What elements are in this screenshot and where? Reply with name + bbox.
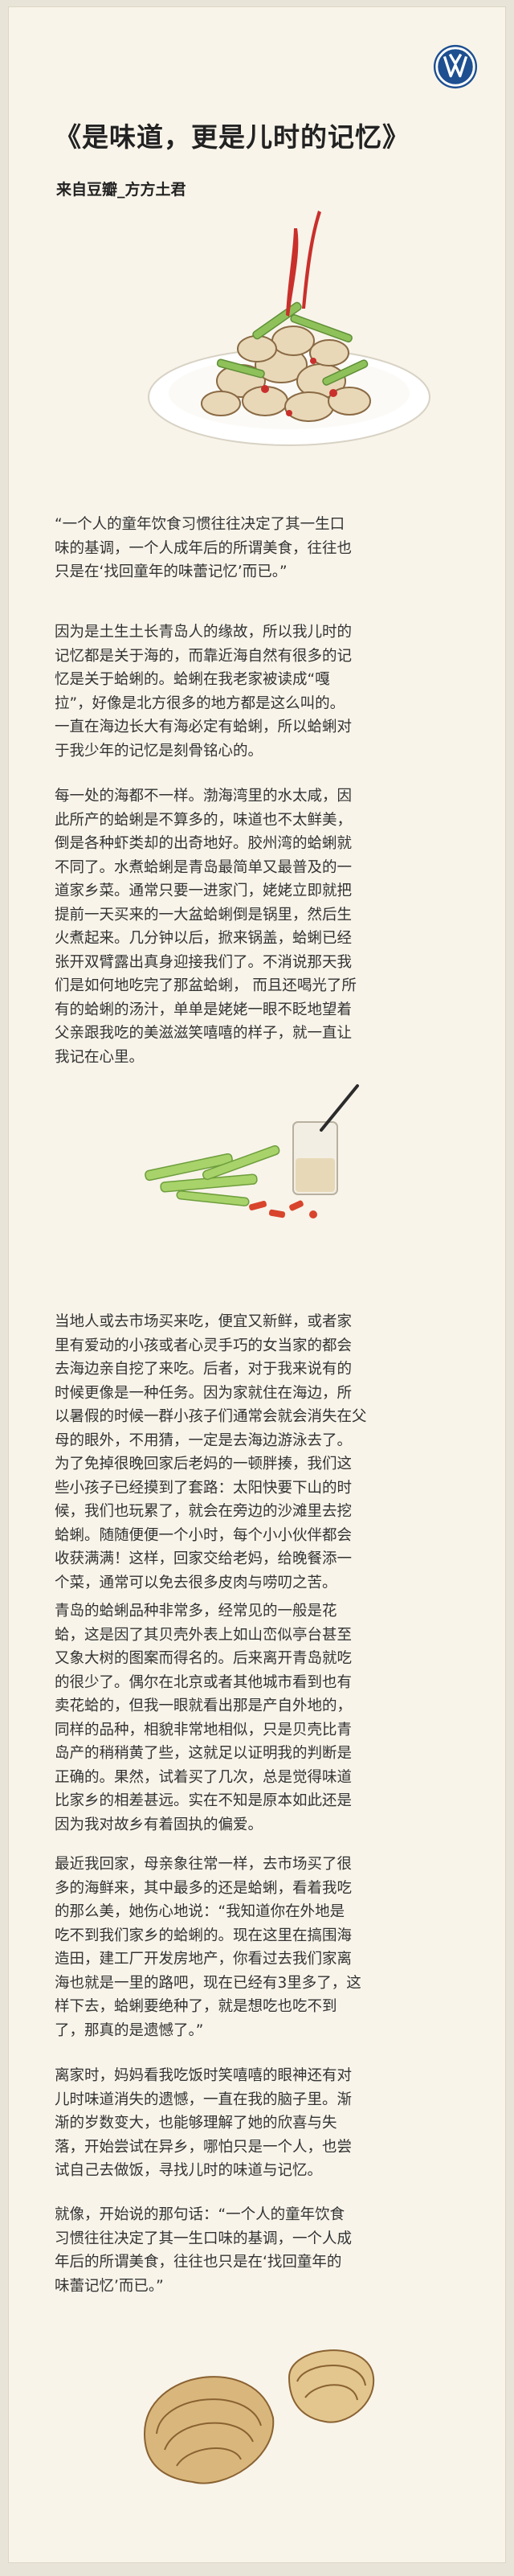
paragraph-5: 青岛的蛤蜊品种非常多，经常见的一般是花 蛤，这是因了其贝壳外表上如山峦似亭台甚至… xyxy=(55,1603,353,1833)
paragraph-2: 因为是土生土长青岛人的缘故，所以我儿时的 记忆都是关于海的，而靠近海自然有很多的… xyxy=(55,624,353,760)
clam-shells-icon xyxy=(143,2349,375,2484)
paragraph-3: 每一处的海都不一样。渤海湾里的水太咸，因 此所产的蛤蜊是不算多的，味道也不太鲜美… xyxy=(55,788,357,1066)
paragraph-1: “一个人的童年饮食习惯往往决定了其一生口 味的基调，一个人成年后的所谓美食，往往… xyxy=(55,516,353,580)
article-page: 《是味道，更是儿时的记忆》 来自豆瓣_方方土君 “一个人的童年饮食习惯往往决定了… xyxy=(8,6,506,2563)
volkswagen-logo-icon xyxy=(433,44,478,89)
clam-dish-with-chili-icon xyxy=(148,211,430,446)
paragraph-4: 当地人或去市场买来吃，便宜又新鲜，或者家 里有爱动的小孩或者心灵手巧的女当家的都… xyxy=(55,1313,367,1591)
article-title: 《是味道，更是儿时的记忆》 xyxy=(55,121,410,153)
paragraph-7: 离家时，妈妈看我吃饭时笑嘻嘻的眼神还有对 儿时味道消失的遗憾，一直在我的脑子里。… xyxy=(55,2067,353,2179)
paragraph-6: 最近我回家，母亲象往常一样，去市场买了很 多的海鲜来，其中最多的还是蛤蜊，看着我… xyxy=(55,1856,361,2039)
vegetables-and-sauce-cup-icon xyxy=(145,1084,359,1218)
paragraph-8: 就像，开始说的那句话：“一个人的童年饮食 习惯往往决定了其一生口味的基调，一个人… xyxy=(55,2206,353,2295)
